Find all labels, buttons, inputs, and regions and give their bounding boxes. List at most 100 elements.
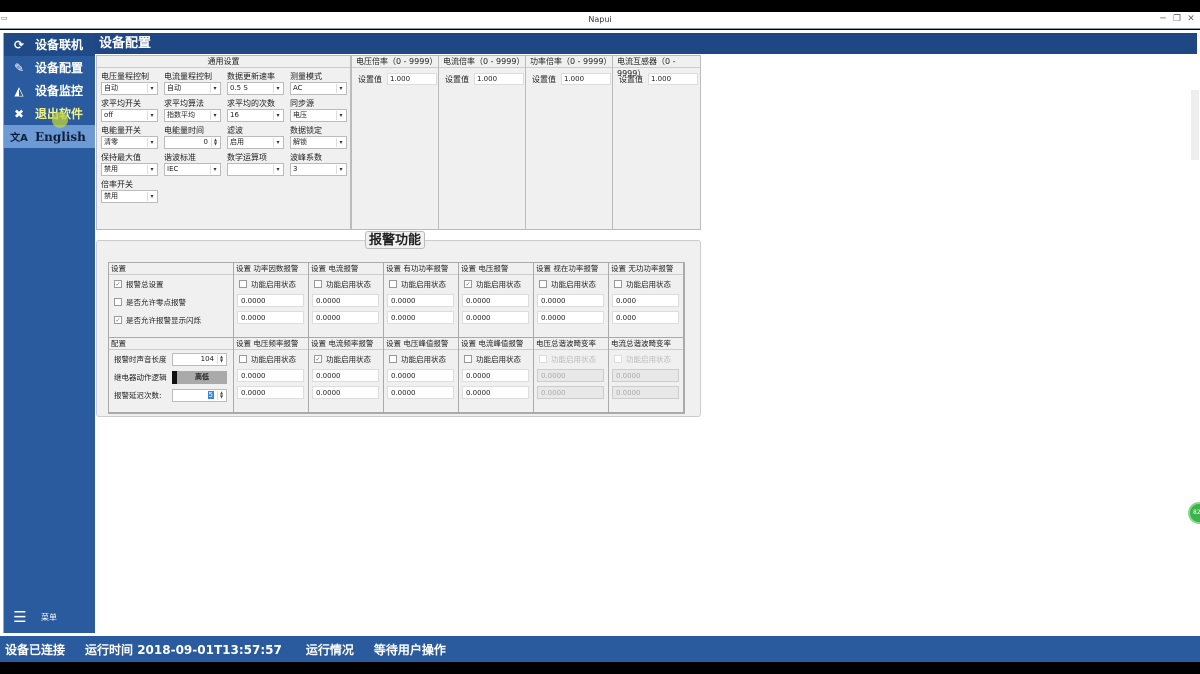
enable-option[interactable]: ✓ 功能启用状态 <box>309 350 383 368</box>
chevron-down-icon[interactable]: ▾ <box>273 111 282 120</box>
sidebar-item-exit[interactable]: ✖ 退出软件 <box>4 102 95 125</box>
chevron-down-icon[interactable]: ▾ <box>147 84 156 93</box>
setting-dropdown[interactable]: IEC ▾ <box>164 163 221 176</box>
allow-blink-option[interactable]: ✓ 是否允许报警显示闪烁 <box>109 311 233 329</box>
enable-option[interactable]: 功能启用状态 <box>384 350 458 368</box>
threshold-input-2[interactable]: 0.0000 <box>237 311 304 324</box>
spinner-arrows-icon[interactable]: ▲ ▼ <box>211 138 219 147</box>
setting-dropdown[interactable]: 禁用 ▾ <box>101 163 158 176</box>
enable-option[interactable]: 功能启用状态 <box>534 350 608 368</box>
setting-dropdown[interactable]: off ▾ <box>101 109 158 122</box>
enable-option[interactable]: 功能启用状态 <box>384 275 458 293</box>
setting-dropdown[interactable]: 电压 ▾ <box>290 109 347 122</box>
enable-option[interactable]: 功能启用状态 <box>459 350 533 368</box>
threshold-input-1[interactable]: 0.0000 <box>237 369 304 382</box>
sidebar-item-english[interactable]: 文A English <box>4 125 95 148</box>
chevron-down-icon[interactable]: ▾ <box>273 84 282 93</box>
enable-option[interactable]: 功能启用状态 <box>609 275 683 293</box>
chevron-down-icon[interactable]: ▾ <box>336 84 345 93</box>
chevron-down-icon[interactable]: ▾ <box>273 138 282 147</box>
chevron-down-icon[interactable]: ▾ <box>336 111 345 120</box>
threshold-input-1[interactable]: 0.0000 <box>312 369 379 382</box>
chevron-down-icon[interactable]: ▾ <box>210 111 219 120</box>
sidebar-item-device-connect[interactable]: ⟳ 设备联机 <box>4 33 95 56</box>
threshold-input-2[interactable]: 0.0000 <box>237 386 304 399</box>
threshold-input-1[interactable]: 0.0000 <box>612 369 679 382</box>
setting-dropdown[interactable]: 清零 ▾ <box>101 136 158 149</box>
chevron-down-icon[interactable]: ▾ <box>147 111 156 120</box>
checkbox[interactable] <box>239 355 247 363</box>
threshold-input-1[interactable]: 0.0000 <box>537 294 604 307</box>
restore-button[interactable]: ❐ <box>1171 14 1183 24</box>
checkbox[interactable] <box>389 355 397 363</box>
threshold-input-2[interactable]: 0.0000 <box>387 311 454 324</box>
checkbox[interactable] <box>539 355 547 363</box>
setting-dropdown[interactable]: 自动 ▾ <box>164 82 221 95</box>
setting-dropdown[interactable]: 0.5 S ▾ <box>227 82 284 95</box>
setting-dropdown[interactable]: 解锁 ▾ <box>290 136 347 149</box>
threshold-input-1[interactable]: 0.000 <box>612 294 679 307</box>
floating-widget-button[interactable]: 82 <box>1188 502 1200 524</box>
threshold-input-1[interactable]: 0.0000 <box>462 369 529 382</box>
chevron-down-icon[interactable]: ▾ <box>147 138 156 147</box>
right-edge-scroll[interactable] <box>1191 90 1199 160</box>
ratio-input[interactable]: 1.000 <box>387 73 437 85</box>
chevron-down-icon[interactable]: ▾ <box>147 165 156 174</box>
checkbox[interactable]: ✓ <box>464 280 472 288</box>
threshold-input-2[interactable]: 0.0000 <box>537 386 604 399</box>
checkbox[interactable] <box>314 280 322 288</box>
chevron-down-icon[interactable]: ▾ <box>273 165 282 174</box>
threshold-input-2[interactable]: 0.0000 <box>387 386 454 399</box>
ratio-input[interactable]: 1.000 <box>474 73 524 85</box>
threshold-input-1[interactable]: 0.0000 <box>387 294 454 307</box>
minimize-button[interactable]: ─ <box>1157 14 1169 24</box>
sidebar-item-device-monitor[interactable]: ◭ 设备监控 <box>4 79 95 102</box>
setting-dropdown[interactable]: 禁用 ▾ <box>101 190 158 203</box>
ratio-input[interactable]: 1.000 <box>561 73 611 85</box>
setting-dropdown[interactable]: 启用 ▾ <box>227 136 284 149</box>
threshold-input-2[interactable]: 0.0000 <box>312 386 379 399</box>
threshold-input-2[interactable]: 0.0000 <box>462 311 529 324</box>
checkbox[interactable]: ✓ <box>114 316 122 324</box>
threshold-input-2[interactable]: 0.000 <box>612 311 679 324</box>
enable-option[interactable]: 功能启用状态 <box>609 350 683 368</box>
threshold-input-1[interactable]: 0.0000 <box>537 369 604 382</box>
ratio-input[interactable]: 1.000 <box>648 73 698 85</box>
chevron-down-icon[interactable]: ▾ <box>147 192 156 201</box>
setting-dropdown[interactable]: 16 ▾ <box>227 109 284 122</box>
threshold-input-1[interactable]: 0.0000 <box>237 294 304 307</box>
checkbox[interactable] <box>239 280 247 288</box>
threshold-input-1[interactable]: 0.0000 <box>387 369 454 382</box>
checkbox[interactable] <box>614 355 622 363</box>
checkbox[interactable] <box>614 280 622 288</box>
enable-option[interactable]: 功能启用状态 <box>234 350 308 368</box>
checkbox[interactable]: ✓ <box>114 280 122 288</box>
spinner-arrows-icon[interactable]: ▲ ▼ <box>217 354 225 364</box>
sidebar-item-device-config[interactable]: ✎ 设备配置 <box>4 56 95 79</box>
checkbox[interactable] <box>539 280 547 288</box>
threshold-input-2[interactable]: 0.0000 <box>537 311 604 324</box>
checkbox[interactable]: ✓ <box>314 355 322 363</box>
setting-dropdown[interactable]: 自动 ▾ <box>101 82 158 95</box>
setting-dropdown[interactable]: 指数平均 ▾ <box>164 109 221 122</box>
chevron-down-icon[interactable]: ▾ <box>210 165 219 174</box>
setting-dropdown[interactable]: ▾ <box>227 163 284 176</box>
setting-dropdown[interactable]: AC ▾ <box>290 82 347 95</box>
enable-option[interactable]: 功能启用状态 <box>534 275 608 293</box>
enable-option[interactable]: 功能启用状态 <box>309 275 383 293</box>
threshold-input-1[interactable]: 0.0000 <box>312 294 379 307</box>
threshold-input-2[interactable]: 0.0000 <box>462 386 529 399</box>
enable-option[interactable]: 功能启用状态 <box>234 275 308 293</box>
checkbox[interactable] <box>389 280 397 288</box>
threshold-input-2[interactable]: 0.0000 <box>612 386 679 399</box>
threshold-input-1[interactable]: 0.0000 <box>462 294 529 307</box>
alarm-master-option[interactable]: ✓ 报警总设置 <box>109 275 233 293</box>
threshold-input-2[interactable]: 0.0000 <box>312 311 379 324</box>
allow-zero-alarm-option[interactable]: 是否允许零点报警 <box>109 293 233 311</box>
setting-spinner[interactable]: 0 ▲ ▼ <box>164 136 221 149</box>
relay-logic-toggle[interactable]: 高低 <box>172 370 227 384</box>
chevron-down-icon[interactable]: ▾ <box>210 84 219 93</box>
menu-button[interactable]: ☰ 菜单 <box>7 607 95 627</box>
delay-spinner[interactable]: 5 ▲ ▼ <box>172 388 227 402</box>
chevron-down-icon[interactable]: ▾ <box>336 138 345 147</box>
